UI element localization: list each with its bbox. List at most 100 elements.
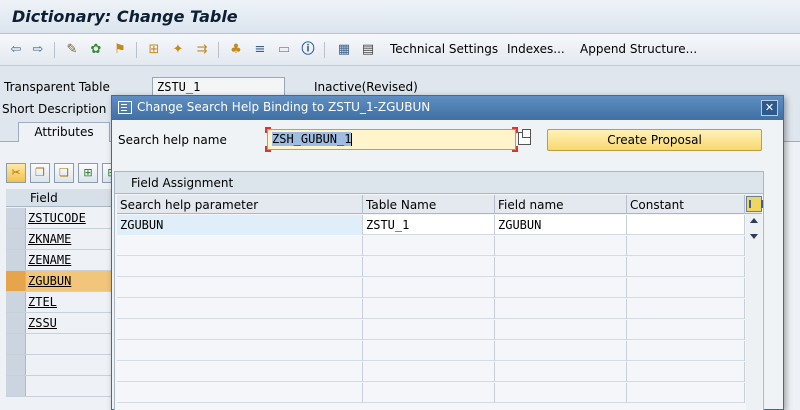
row-selector[interactable] <box>6 271 26 291</box>
table-row[interactable]: ZENAME <box>6 250 114 271</box>
transport-icon[interactable]: ⇉ <box>194 42 210 58</box>
grid-icon[interactable]: ▤ <box>360 42 376 58</box>
where-used-icon[interactable]: ⊞ <box>146 42 162 58</box>
row-selector[interactable] <box>6 376 26 396</box>
value-help-icon[interactable] <box>518 129 531 145</box>
table-row[interactable]: ZKNAME <box>6 229 114 250</box>
empty-cell[interactable] <box>117 320 363 340</box>
empty-cell[interactable] <box>117 299 363 319</box>
close-icon[interactable]: ✕ <box>761 100 778 116</box>
dialog-window-icon <box>118 101 132 114</box>
empty-cell[interactable] <box>363 320 495 340</box>
technical-settings-button[interactable]: Technical Settings <box>390 42 498 56</box>
empty-cell[interactable] <box>117 383 363 403</box>
window-title: Dictionary: Change Table <box>12 7 238 26</box>
transparent-table-field[interactable]: ZSTU_1 <box>152 77 285 97</box>
empty-cell[interactable] <box>495 383 627 403</box>
empty-cell[interactable] <box>363 383 495 403</box>
magic-wand-icon[interactable]: ✦ <box>170 42 186 58</box>
row-selector[interactable] <box>6 229 26 249</box>
grid-settings-icon[interactable] <box>746 196 763 212</box>
forward-arrow-icon[interactable]: ⇨ <box>30 42 46 58</box>
cut-icon[interactable]: ✂ <box>6 163 26 183</box>
field-name-link[interactable]: ZTEL <box>28 295 57 309</box>
empty-cell[interactable] <box>117 362 363 382</box>
empty-cell[interactable] <box>627 320 745 340</box>
table-row[interactable]: ZGUBUN ZSTU_1 ZGUBUN <box>117 215 745 235</box>
table-row[interactable]: ZSSU <box>6 313 114 334</box>
table-row[interactable]: ZTEL <box>6 292 114 313</box>
row-selector[interactable] <box>6 292 26 312</box>
scroll-down-icon[interactable] <box>750 234 758 239</box>
empty-row <box>117 341 745 361</box>
empty-cell[interactable] <box>117 236 363 256</box>
cell-field-name[interactable]: ZGUBUN <box>495 215 627 235</box>
empty-cell[interactable] <box>363 257 495 277</box>
vertical-scrollbar[interactable] <box>746 214 762 410</box>
activate-icon[interactable]: ⚑ <box>112 42 128 58</box>
append-structure-button[interactable]: Append Structure... <box>580 42 697 56</box>
field-name-link[interactable]: ZSSU <box>28 316 57 330</box>
column-header-constant[interactable]: Constant <box>627 195 745 214</box>
contents-icon[interactable]: ▦ <box>336 42 352 58</box>
column-header-search-help-parameter[interactable]: Search help parameter <box>117 195 363 214</box>
empty-cell[interactable] <box>495 236 627 256</box>
table-row[interactable]: ZSTUCODE <box>6 208 114 229</box>
empty-cell[interactable] <box>117 257 363 277</box>
copy-icon[interactable]: ❐ <box>30 163 50 183</box>
empty-cell[interactable] <box>117 278 363 298</box>
navigation-icon[interactable]: ▭ <box>276 42 292 58</box>
empty-cell[interactable] <box>363 236 495 256</box>
empty-cell[interactable] <box>495 278 627 298</box>
row-selector[interactable] <box>6 313 26 333</box>
table-row <box>6 376 114 397</box>
empty-cell[interactable] <box>495 299 627 319</box>
empty-cell[interactable] <box>627 341 745 361</box>
cell-constant[interactable] <box>627 215 745 235</box>
info-icon[interactable]: ⓘ <box>300 42 316 58</box>
empty-cell[interactable] <box>495 362 627 382</box>
insert-row-icon[interactable]: ⊞ <box>78 163 98 183</box>
row-selector[interactable] <box>6 355 26 375</box>
search-help-binding-dialog: Change Search Help Binding to ZSTU_1-ZGU… <box>111 95 784 410</box>
field-name-link[interactable]: ZGUBUN <box>28 274 71 288</box>
indexes-button[interactable]: Indexes... <box>507 42 565 56</box>
back-arrow-icon[interactable]: ⇦ <box>8 42 24 58</box>
empty-cell[interactable] <box>495 257 627 277</box>
empty-cell[interactable] <box>363 362 495 382</box>
hierarchy-icon[interactable]: ♣ <box>228 42 244 58</box>
empty-cell[interactable] <box>363 341 495 361</box>
cell-search-help-parameter[interactable]: ZGUBUN <box>117 215 363 235</box>
object-list-icon[interactable]: ≡ <box>252 42 268 58</box>
row-selector[interactable] <box>6 208 26 228</box>
empty-cell[interactable] <box>627 362 745 382</box>
display-change-icon[interactable]: ✎ <box>64 42 80 58</box>
toolbar-separator <box>324 42 325 58</box>
column-header-field-name[interactable]: Field name <box>495 195 627 214</box>
empty-cell[interactable] <box>627 278 745 298</box>
empty-cell[interactable] <box>495 341 627 361</box>
field-name-link[interactable]: ZENAME <box>28 253 71 267</box>
empty-cell[interactable] <box>117 341 363 361</box>
empty-cell[interactable] <box>627 236 745 256</box>
cell-table-name[interactable]: ZSTU_1 <box>363 215 495 235</box>
empty-cell[interactable] <box>627 383 745 403</box>
empty-cell[interactable] <box>627 257 745 277</box>
create-proposal-button[interactable]: Create Proposal <box>547 129 762 151</box>
search-help-name-input[interactable]: ZSH_GUBUN_1 <box>267 129 516 150</box>
row-selector[interactable] <box>6 334 26 354</box>
field-name-link[interactable]: ZSTUCODE <box>28 211 86 225</box>
table-row-selected[interactable]: ZGUBUN <box>6 271 114 292</box>
empty-cell[interactable] <box>363 299 495 319</box>
column-header-table-name[interactable]: Table Name <box>363 195 495 214</box>
tab-attributes[interactable]: Attributes <box>18 122 110 142</box>
row-selector[interactable] <box>6 250 26 270</box>
empty-cell[interactable] <box>363 278 495 298</box>
scroll-up-icon[interactable] <box>750 218 758 223</box>
empty-cell[interactable] <box>495 320 627 340</box>
field-name-link[interactable]: ZKNAME <box>28 232 71 246</box>
empty-cell[interactable] <box>627 299 745 319</box>
other-object-icon[interactable]: ✿ <box>88 42 104 58</box>
paste-icon[interactable]: ❏ <box>54 163 74 183</box>
toolbar-separator <box>218 42 219 58</box>
